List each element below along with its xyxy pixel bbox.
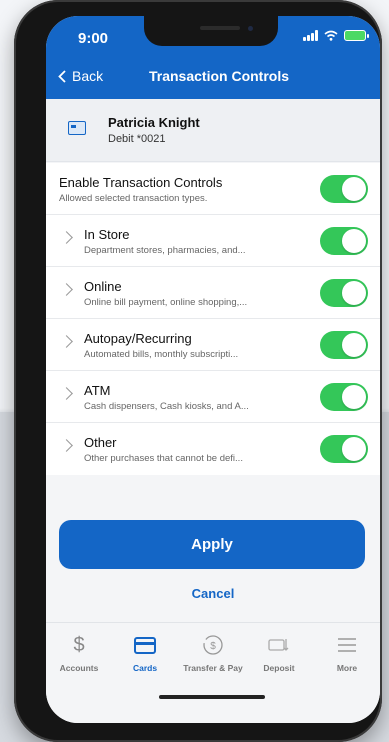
chevron-right-icon [60,231,73,244]
toggle-knob [342,437,366,461]
in-store-toggle[interactable] [320,227,368,255]
controls-list: Enable Transaction Controls Allowed sele… [46,163,380,475]
bottom-tab-bar: $ Accounts Cards $ Transfer & Pay Deposi [46,622,380,723]
debit-card-icon [68,121,86,135]
enable-controls-row: Enable Transaction Controls Allowed sele… [46,163,380,215]
menu-icon [314,633,380,657]
account-holder-name: Patricia Knight [108,115,200,130]
status-time: 9:00 [78,30,109,47]
cancel-button[interactable]: Cancel [46,586,380,601]
chevron-right-icon [60,335,73,348]
toggle-knob [342,385,366,409]
card-icon [112,633,178,657]
control-title: Other [84,435,117,450]
phone-screen: 9:00 Back Transaction Controls Patricia … [46,16,380,723]
control-title: ATM [84,383,111,398]
other-toggle[interactable] [320,435,368,463]
toggle-knob [342,229,366,253]
chevron-right-icon [60,387,73,400]
transfer-icon: $ [180,633,246,657]
card-number: Debit *0021 [108,133,166,145]
enable-controls-title: Enable Transaction Controls [59,175,223,190]
control-title: Online [84,279,122,294]
control-row-atm[interactable]: ATM Cash dispensers, Cash kiosks, and A.… [46,371,380,423]
autopay-toggle[interactable] [320,331,368,359]
chevron-right-icon [60,439,73,452]
tab-label: Transfer & Pay [183,663,243,673]
tab-label: More [336,663,358,673]
toggle-knob [342,281,366,305]
toggle-knob [342,177,366,201]
control-row-in-store[interactable]: In Store Department stores, pharmacies, … [46,215,380,267]
camera-dot [248,26,253,31]
control-title: In Store [84,227,130,242]
apply-button[interactable]: Apply [59,520,365,569]
account-summary: Patricia Knight Debit *0021 [46,99,380,162]
tab-label: Accounts [59,663,99,673]
wifi-icon [324,30,338,41]
speaker-grille [200,26,240,30]
tab-label: Cards [132,663,158,673]
control-row-autopay[interactable]: Autopay/Recurring Automated bills, month… [46,319,380,371]
control-sub: Automated bills, monthly subscripti... [84,349,239,360]
control-sub: Online bill payment, online shopping,... [84,297,248,308]
tab-cards[interactable]: Cards [112,633,178,673]
status-icons [303,30,369,41]
tab-deposit[interactable]: Deposit [246,633,312,673]
control-sub: Department stores, pharmacies, and... [84,245,246,256]
control-row-other[interactable]: Other Other purchases that cannot be def… [46,423,380,475]
chevron-right-icon [60,283,73,296]
enable-controls-sub: Allowed selected transaction types. [59,193,208,204]
phone-notch [144,16,278,46]
control-title: Autopay/Recurring [84,331,192,346]
deposit-icon [246,633,312,657]
toggle-knob [342,333,366,357]
tab-accounts[interactable]: $ Accounts [46,633,112,673]
tab-transfer-pay[interactable]: $ Transfer & Pay [180,633,246,673]
tab-label: Deposit [263,663,295,673]
atm-toggle[interactable] [320,383,368,411]
page-title: Transaction Controls [148,68,290,84]
battery-icon [344,30,369,41]
dollar-icon: $ [73,634,85,656]
home-indicator[interactable] [159,695,265,699]
control-row-online[interactable]: Online Online bill payment, online shopp… [46,267,380,319]
svg-text:$: $ [210,641,216,652]
phone-frame: 9:00 Back Transaction Controls Patricia … [14,0,382,742]
online-toggle[interactable] [320,279,368,307]
signal-icon [303,30,318,41]
enable-controls-toggle[interactable] [320,175,368,203]
control-sub: Cash dispensers, Cash kiosks, and A... [84,401,249,412]
tab-more[interactable]: More [314,633,380,673]
control-sub: Other purchases that cannot be defi... [84,453,243,464]
